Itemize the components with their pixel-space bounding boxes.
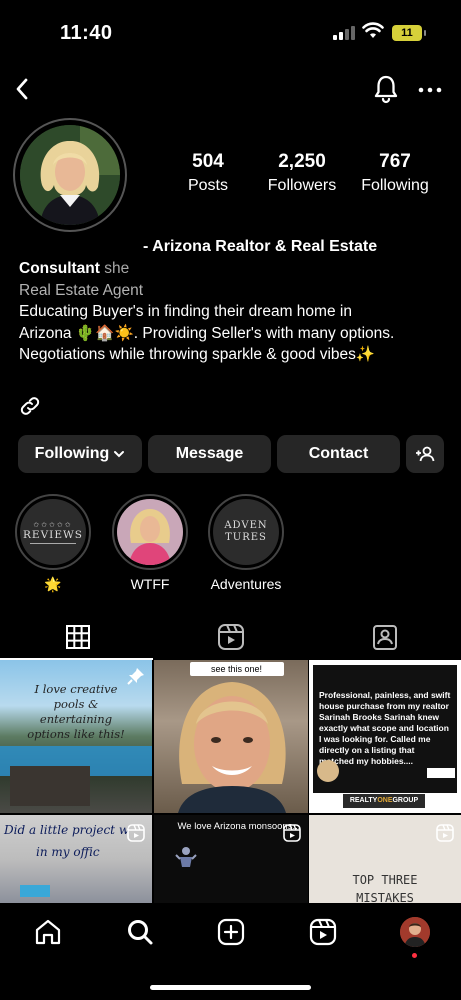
highlight-cover: ADVEN TURES <box>208 494 284 570</box>
following-count[interactable]: 767 Following <box>355 151 435 195</box>
highlight-reviews[interactable]: ✩✩✩✩✩ REVIEWS 🌟 <box>13 494 93 593</box>
highlight-cover-text: TURES <box>225 532 267 543</box>
chevron-down-icon <box>114 451 125 458</box>
posts-grid: I love creative pools & entertaining opt… <box>0 660 461 905</box>
post-thumbnail[interactable]: see this one! <box>153 660 308 813</box>
reels-icon[interactable] <box>216 622 246 652</box>
profile-avatar-tab[interactable] <box>400 917 430 947</box>
bio-line: Negotiations while throwing sparkle & go… <box>19 346 376 363</box>
posts-value: 504 <box>192 151 224 172</box>
avatar-icon <box>400 917 430 947</box>
reels-icon[interactable] <box>308 917 338 947</box>
bio-line: Educating Buyer's in finding their dream… <box>19 303 352 320</box>
highlight-label: WTFF <box>130 576 170 592</box>
back-button[interactable] <box>8 74 36 104</box>
home-icon[interactable] <box>33 917 63 947</box>
cellular-signal-icon <box>333 26 355 40</box>
highlight-cover: ✩✩✩✩✩ REVIEWS <box>15 494 91 570</box>
highlight-adventures[interactable]: ADVEN TURES Adventures <box>206 494 286 592</box>
post-caption-overlay: in my offic <box>36 845 100 859</box>
notification-dot <box>412 953 417 958</box>
post-thumbnail[interactable]: TOP THREE MISTAKES <box>309 815 461 905</box>
followers-label: Followers <box>267 177 337 194</box>
pin-icon <box>127 668 144 685</box>
status-time: 11:40 <box>60 22 113 44</box>
message-button[interactable]: Message <box>148 435 271 473</box>
search-icon[interactable] <box>125 917 155 947</box>
following-label: Following <box>361 177 429 194</box>
following-button[interactable]: Following <box>18 435 142 473</box>
reels-icon <box>282 824 301 842</box>
post-caption-overlay: I love creative pools & entertaining opt… <box>27 682 125 741</box>
profile-category: Real Estate Agent <box>19 281 144 299</box>
highlight-cover-text: REVIEWS <box>23 528 83 541</box>
profile-avatar[interactable] <box>13 118 127 232</box>
highlight-label: 🌟 <box>44 576 62 592</box>
link-icon[interactable] <box>18 394 42 418</box>
followers-count[interactable]: 2,250 Followers <box>262 151 342 195</box>
following-button-label: Following <box>34 445 110 462</box>
wifi-icon <box>362 22 384 38</box>
posts-count[interactable]: 504 Posts <box>185 151 231 195</box>
post-photo-face <box>177 682 286 813</box>
add-user-button[interactable] <box>406 435 444 473</box>
profile-name: - Arizona Realtor & Real Estate <box>143 238 378 255</box>
post-thumbnail[interactable]: Did a little project w in my offic <box>0 815 152 905</box>
status-bar: 11:40 11 <box>0 0 461 64</box>
reels-icon <box>127 824 145 842</box>
post-thumbnail[interactable]: We love Arizona monsoons... <box>153 815 308 905</box>
brand-logo: REALTYONEGROUP <box>343 794 425 808</box>
post-caption-overlay: Did a little project w <box>4 823 130 837</box>
avatar-image <box>20 125 120 225</box>
highlight-cover <box>112 494 188 570</box>
posts-label: Posts <box>187 177 228 194</box>
profile-bio: Consultant she Real Estate Agent Educati… <box>19 258 449 366</box>
highlight-wtff[interactable]: WTFF <box>110 494 190 592</box>
bell-icon[interactable] <box>372 74 400 104</box>
profile-tabs <box>0 614 461 660</box>
following-value: 767 <box>379 151 411 172</box>
home-indicator[interactable] <box>150 985 311 990</box>
reels-icon <box>436 824 454 842</box>
pronouns: she <box>104 260 130 277</box>
more-horizontal-icon[interactable] <box>416 80 444 100</box>
battery-icon: 11 <box>392 25 426 41</box>
create-post-icon[interactable] <box>216 917 246 947</box>
bio-line: Arizona 🌵🏠☀️. Providing Seller's with ma… <box>19 324 395 342</box>
contact-button[interactable]: Contact <box>277 435 400 473</box>
post-caption-overlay: Professional, painless, and swift house … <box>319 690 451 766</box>
highlight-label: Adventures <box>210 576 282 592</box>
dancing-figure-icon <box>174 847 197 867</box>
grid-icon[interactable] <box>63 622 93 652</box>
post-thumbnail[interactable]: Professional, painless, and swift house … <box>309 660 461 813</box>
followers-value: 2,250 <box>278 151 326 172</box>
chevron-left-icon <box>16 78 28 100</box>
highlight-cover-text: ADVEN <box>224 520 268 531</box>
post-caption-overlay: TOP THREE MISTAKES <box>352 873 418 905</box>
add-user-icon <box>416 446 435 462</box>
bio-name-line: Consultant <box>19 260 100 277</box>
post-thumbnail[interactable]: I love creative pools & entertaining opt… <box>0 660 152 813</box>
tagged-icon[interactable] <box>370 622 400 652</box>
